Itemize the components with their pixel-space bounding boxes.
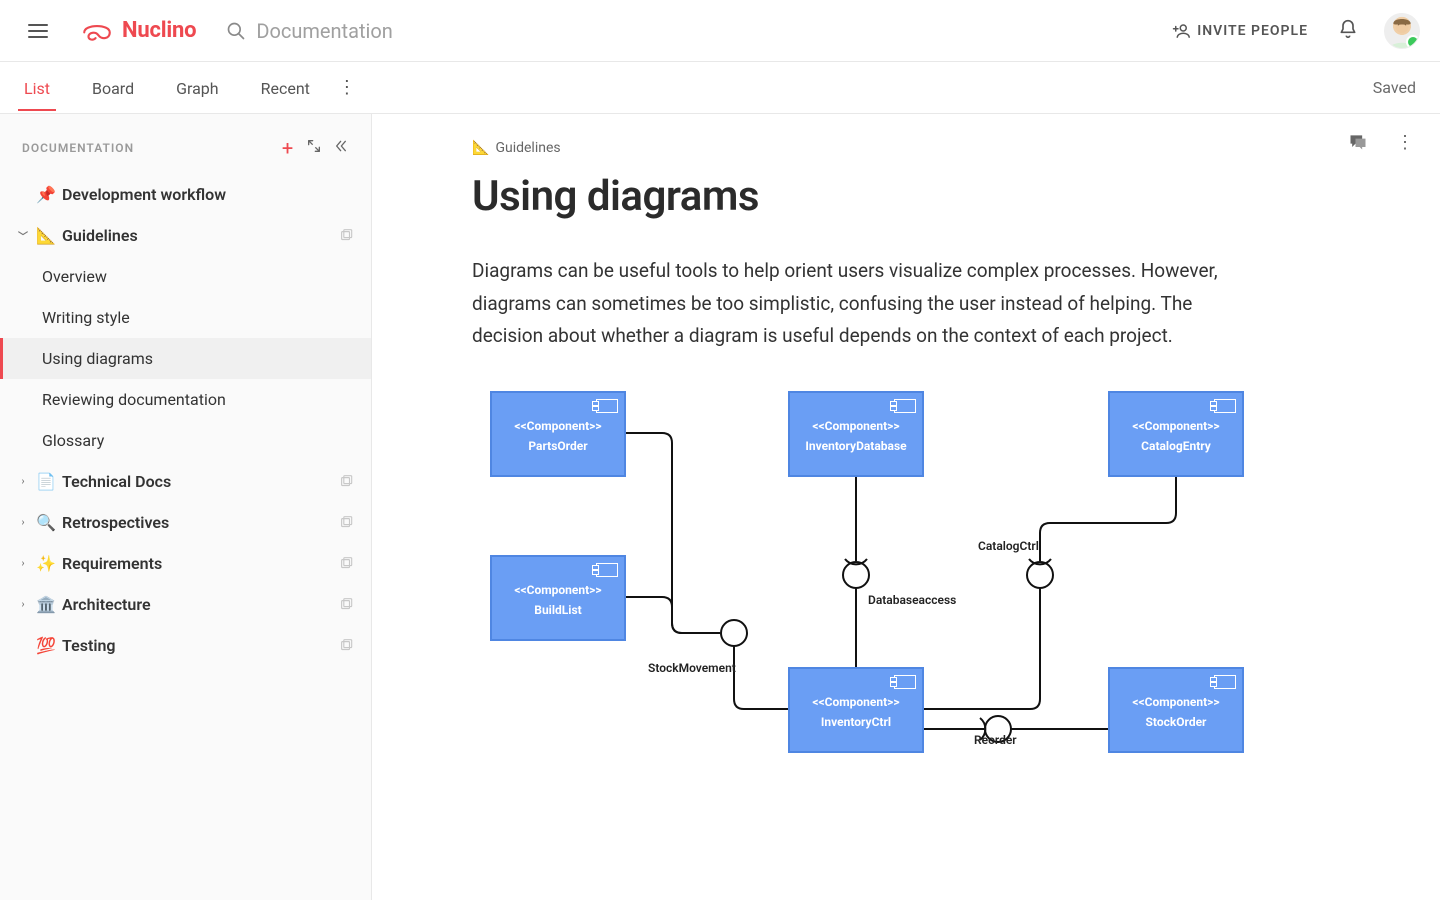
copy-icon[interactable] (339, 475, 353, 489)
diagram-node-buildlist: <<Component>> BuildList (490, 555, 626, 641)
sidebar-expand-button[interactable] (301, 138, 327, 158)
sidebar-item-overview[interactable]: Overview (0, 256, 371, 297)
sidebar-item-reviewing-documentation[interactable]: Reviewing documentation (0, 379, 371, 420)
sidebar-section-retrospectives[interactable]: › 🔍 Retrospectives (0, 502, 371, 543)
view-tabs: List Board Graph Recent (18, 65, 316, 111)
sidebar-section-label: Guidelines (62, 226, 138, 245)
copy-icon[interactable] (339, 557, 353, 571)
user-avatar[interactable] (1384, 13, 1420, 49)
sidebar-section-guidelines[interactable]: ﹀ 📐 Guidelines (0, 215, 371, 256)
ruler-icon: 📐 (472, 140, 489, 156)
saved-status: Saved (1373, 78, 1416, 97)
document-icon: 📄 (36, 472, 54, 491)
tab-graph[interactable]: Graph (170, 65, 225, 111)
breadcrumb[interactable]: 📐 Guidelines (472, 140, 1222, 156)
brand[interactable]: Nuclino (80, 18, 196, 44)
sidebar: DOCUMENTATION + 📌 Development workflow ﹀… (0, 114, 372, 900)
sidebar-pinned-label: Development workflow (62, 185, 226, 204)
sidebar-item-using-diagrams[interactable]: Using diagrams (0, 338, 371, 379)
bell-icon (1338, 18, 1358, 40)
chevron-right-icon: › (18, 476, 28, 487)
sidebar-add-button[interactable]: + (275, 136, 301, 160)
chevron-right-icon: › (18, 558, 28, 569)
comments-button[interactable] (1348, 132, 1368, 156)
sidebar-section-testing[interactable]: 💯 Testing (0, 625, 371, 666)
chevron-down-icon: ﹀ (18, 228, 28, 243)
chevron-right-icon: › (18, 599, 28, 610)
diagram-label-reorder: Reorder (974, 733, 1017, 747)
copy-icon[interactable] (339, 639, 353, 653)
diagram-node-inventorydatabase: <<Component>> InventoryDatabase (788, 391, 924, 477)
notifications-button[interactable] (1338, 18, 1358, 44)
invite-label: INVITE PEOPLE (1197, 23, 1308, 39)
body-paragraph: Diagrams can be useful tools to help ori… (472, 255, 1222, 353)
hundred-icon: 💯 (36, 636, 54, 655)
tab-board[interactable]: Board (86, 65, 140, 111)
building-icon: 🏛️ (36, 595, 54, 614)
diagram-node-stockorder: <<Component>> StockOrder (1108, 667, 1244, 753)
component-diagram: <<Component>> PartsOrder <<Component>> B… (472, 383, 1272, 803)
copy-icon[interactable] (339, 229, 353, 243)
sidebar-section-architecture[interactable]: › 🏛️ Architecture (0, 584, 371, 625)
menu-button[interactable] (28, 19, 52, 43)
diagram-node-inventoryctrl: <<Component>> InventoryCtrl (788, 667, 924, 753)
diagram-label-catalogctrl: CatalogCtrl (978, 539, 1039, 553)
copy-icon[interactable] (339, 598, 353, 612)
page-title: Using diagrams (472, 172, 1222, 221)
sidebar-item-glossary[interactable]: Glossary (0, 420, 371, 461)
sidebar-pinned-item[interactable]: 📌 Development workflow (0, 174, 371, 215)
tab-list[interactable]: List (18, 65, 56, 111)
sparkle-icon: ✨ (36, 554, 54, 573)
diagram-label-databaseaccess: Databaseaccess (868, 593, 956, 607)
sidebar-collapse-button[interactable] (327, 138, 353, 158)
document-content: ⋮ 📐 Guidelines Using diagrams Diagrams c… (372, 114, 1440, 900)
sidebar-title: DOCUMENTATION (22, 141, 134, 155)
magnifier-icon: 🔍 (36, 513, 54, 532)
brand-name: Nuclino (122, 18, 196, 43)
breadcrumb-label: Guidelines (495, 140, 560, 156)
sidebar-section-technical-docs[interactable]: › 📄 Technical Docs (0, 461, 371, 502)
pin-icon: 📌 (36, 185, 54, 204)
search-icon (226, 21, 246, 41)
diagram-node-partsorder: <<Component>> PartsOrder (490, 391, 626, 477)
copy-icon[interactable] (339, 516, 353, 530)
brand-logo-icon (80, 18, 114, 44)
sidebar-section-requirements[interactable]: › ✨ Requirements (0, 543, 371, 584)
invite-people-button[interactable]: INVITE PEOPLE (1172, 23, 1308, 39)
sidebar-item-writing-style[interactable]: Writing style (0, 297, 371, 338)
ruler-icon: 📐 (36, 226, 54, 245)
search-placeholder: Documentation (256, 19, 393, 43)
diagram-node-catalogentry: <<Component>> CatalogEntry (1108, 391, 1244, 477)
document-more-button[interactable]: ⋮ (1396, 132, 1414, 156)
tab-recent[interactable]: Recent (255, 65, 316, 111)
search[interactable]: Documentation (226, 19, 393, 43)
chevron-right-icon: › (18, 517, 28, 528)
diagram-label-stockmovement: StockMovement (648, 661, 736, 675)
view-more-button[interactable]: ⋮ (338, 79, 356, 97)
invite-icon (1172, 23, 1190, 39)
